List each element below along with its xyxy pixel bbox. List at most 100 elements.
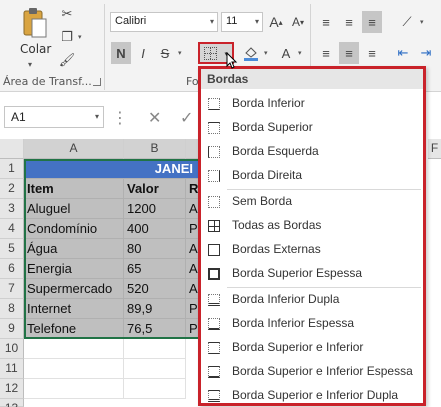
column-header-a[interactable]: A — [24, 139, 124, 159]
table-cell[interactable]: 400 — [124, 219, 186, 239]
menu-item-outside-borders[interactable]: Bordas Externas — [201, 238, 423, 262]
name-box[interactable]: A1 ▾ — [4, 106, 104, 128]
column-header-b[interactable]: B — [124, 139, 186, 159]
strikethrough-button[interactable]: S — [155, 42, 175, 64]
copy-icon[interactable]: ❐ — [58, 29, 76, 45]
menu-item-border-left[interactable]: Borda Esquerda — [201, 140, 423, 164]
clipboard-launcher-icon[interactable] — [93, 78, 101, 86]
fill-dropdown-arrow[interactable]: ▾ — [264, 49, 268, 57]
top-bottom-border-icon — [208, 342, 220, 354]
copy-dropdown-arrow[interactable]: ▾ — [78, 33, 82, 41]
formula-dots-icon[interactable]: ⋮ — [112, 108, 128, 127]
table-cell[interactable]: Supermercado — [24, 279, 124, 299]
table-cell[interactable]: 520 — [124, 279, 186, 299]
enter-icon[interactable]: ✓ — [180, 108, 193, 127]
increase-font-icon[interactable]: A ▴ — [267, 11, 285, 33]
row-header[interactable]: 3 — [0, 199, 24, 219]
align-top-icon[interactable]: ≡ — [316, 11, 336, 33]
row-header[interactable]: 9 — [0, 319, 24, 339]
chevron-down-icon[interactable]: ▾ — [95, 112, 99, 121]
align-middle-icon[interactable]: ≡ — [339, 11, 359, 33]
header-cell-valor[interactable]: Valor — [124, 179, 186, 199]
italic-button[interactable]: I — [133, 42, 153, 64]
border-right-icon — [208, 170, 220, 182]
table-cell[interactable]: 76,5 — [124, 319, 186, 339]
decrease-indent-icon[interactable]: ⇤ — [393, 42, 413, 64]
align-right-icon[interactable]: ≡ — [362, 42, 382, 64]
name-box-value: A1 — [11, 110, 26, 124]
menu-item-bottom-double-border[interactable]: Borda Inferior Dupla — [201, 288, 423, 312]
all-borders-icon — [208, 220, 220, 232]
row-header[interactable]: 7 — [0, 279, 24, 299]
row-header[interactable]: 11 — [0, 359, 24, 379]
row-header[interactable]: 6 — [0, 259, 24, 279]
fill-color-icon[interactable] — [240, 42, 262, 64]
table-cell[interactable]: Água — [24, 239, 124, 259]
row-header[interactable]: 13 — [0, 399, 24, 407]
align-left-icon[interactable]: ≡ — [316, 42, 336, 64]
chevron-down-icon[interactable]: ▾ — [255, 17, 259, 26]
cut-icon[interactable]: ✂ — [58, 6, 76, 22]
table-cell[interactable]: 1200 — [124, 199, 186, 219]
align-bottom-icon[interactable]: ≡ — [362, 11, 382, 33]
mouse-cursor-icon — [226, 52, 238, 69]
empty-cell[interactable] — [24, 359, 124, 379]
menu-item-top-thick-bottom-border[interactable]: Borda Superior e Inferior Espessa — [201, 360, 423, 384]
row-header[interactable]: 5 — [0, 239, 24, 259]
column-header-f[interactable]: F — [428, 139, 441, 159]
row-header[interactable]: 8 — [0, 299, 24, 319]
font-size-combo[interactable]: 11 ▾ — [221, 12, 263, 32]
font-color-icon[interactable]: A — [276, 42, 296, 64]
empty-cell[interactable] — [24, 339, 124, 359]
menu-item-label: Borda Inferior Dupla — [232, 292, 340, 306]
font-name-combo[interactable]: Calibri ▾ — [110, 12, 218, 32]
menu-item-border-top[interactable]: Borda Superior — [201, 116, 423, 140]
table-cell[interactable]: 80 — [124, 239, 186, 259]
empty-cell[interactable] — [124, 379, 186, 399]
row-header[interactable]: 4 — [0, 219, 24, 239]
orientation-icon[interactable]: ⟋ — [396, 11, 418, 33]
row-header[interactable]: 1 — [0, 159, 24, 179]
bold-button[interactable]: N — [111, 42, 131, 64]
table-cell[interactable]: Condomínio — [24, 219, 124, 239]
paste-button-label[interactable]: Colar — [20, 42, 51, 56]
border-grid-icon — [204, 47, 217, 60]
increase-indent-icon[interactable]: ⇥ — [416, 42, 436, 64]
table-cell[interactable]: 89,9 — [124, 299, 186, 319]
menu-item-top-bottom-border[interactable]: Borda Superior e Inferior — [201, 336, 423, 360]
row-header[interactable]: 2 — [0, 179, 24, 199]
menu-item-border-bottom[interactable]: Borda Inferior — [201, 92, 423, 116]
empty-cell[interactable] — [24, 379, 124, 399]
font-color-dropdown-arrow[interactable]: ▾ — [298, 49, 302, 57]
row-header[interactable]: 12 — [0, 379, 24, 399]
chevron-down-icon[interactable]: ▾ — [210, 17, 214, 26]
table-cell[interactable]: 65 — [124, 259, 186, 279]
table-cell[interactable]: Aluguel — [24, 199, 124, 219]
decrease-font-icon[interactable]: A ▾ — [289, 11, 307, 33]
format-painter-icon[interactable]: 🖌 — [58, 52, 76, 68]
paste-dropdown-arrow[interactable]: ▾ — [28, 60, 32, 69]
menu-item-all-borders[interactable]: Todas as Bordas — [201, 214, 423, 238]
menu-item-border-right[interactable]: Borda Direita — [201, 164, 423, 188]
menu-item-thick-bottom-border[interactable]: Borda Inferior Espessa — [201, 312, 423, 336]
menu-item-thick-box-border[interactable]: Borda Superior Espessa — [201, 262, 423, 286]
strike-dropdown-arrow[interactable]: ▾ — [178, 49, 182, 57]
select-all-corner[interactable] — [0, 139, 24, 159]
menu-item-label: Borda Esquerda — [232, 144, 319, 158]
table-cell[interactable]: Internet — [24, 299, 124, 319]
orientation-dropdown-arrow[interactable]: ▾ — [420, 18, 424, 26]
table-cell[interactable]: Telefone — [24, 319, 124, 339]
table-cell[interactable]: Energia — [24, 259, 124, 279]
menu-item-no-border[interactable]: Sem Borda — [201, 190, 423, 214]
empty-cell[interactable] — [124, 359, 186, 379]
group-separator — [104, 4, 105, 90]
font-group-label: Fo — [186, 75, 199, 88]
menu-item-top-double-bottom-border[interactable]: Borda Superior e Inferior Dupla — [201, 384, 423, 407]
header-cell-item[interactable]: Item — [24, 179, 124, 199]
align-center-icon[interactable]: ≡ — [339, 42, 359, 64]
cancel-icon[interactable]: ✕ — [148, 108, 161, 127]
row-header[interactable]: 10 — [0, 339, 24, 359]
paste-icon[interactable] — [22, 6, 48, 40]
banner-cell[interactable]: JANEI — [24, 159, 200, 179]
empty-cell[interactable] — [124, 339, 186, 359]
